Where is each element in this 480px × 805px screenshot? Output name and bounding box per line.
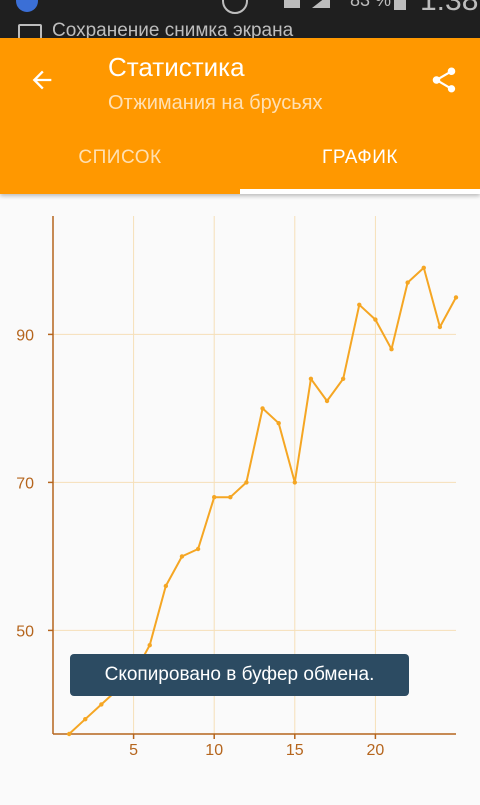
data-point bbox=[292, 480, 297, 485]
line-chart: 5 10 15 20 50 70 90 bbox=[0, 194, 480, 800]
data-point bbox=[389, 347, 394, 352]
toast-message: Скопировано в буфер обмена. bbox=[70, 654, 409, 696]
share-button[interactable] bbox=[418, 52, 470, 108]
tab-list[interactable]: СПИСОК bbox=[0, 122, 240, 194]
data-point bbox=[99, 702, 104, 707]
data-point bbox=[421, 265, 426, 270]
app-icon bbox=[16, 0, 38, 12]
data-point bbox=[195, 546, 201, 552]
data-point bbox=[308, 376, 314, 381]
back-button[interactable] bbox=[14, 52, 70, 108]
data-point bbox=[260, 406, 265, 411]
y-tick-label: 90 bbox=[16, 327, 34, 344]
data-point bbox=[228, 495, 233, 500]
chart-svg: 5 10 15 20 50 70 90 bbox=[16, 216, 459, 759]
data-point bbox=[179, 554, 185, 559]
x-tick-label: 20 bbox=[367, 742, 385, 759]
data-point bbox=[405, 280, 410, 285]
page-subtitle: Отжимания на брусьях bbox=[108, 92, 323, 114]
signal-icon bbox=[312, 0, 330, 8]
battery-icon bbox=[394, 0, 406, 10]
page-title: Статистика bbox=[108, 52, 245, 82]
data-point bbox=[324, 398, 330, 404]
y-tick-label: 50 bbox=[16, 623, 34, 640]
data-point bbox=[276, 421, 281, 426]
app-bar: Статистика Отжимания на брусьях СПИСОК Г… bbox=[0, 38, 480, 194]
status-notification-text: Сохранение снимка экрана bbox=[52, 20, 294, 38]
data-point bbox=[244, 480, 249, 485]
data-point bbox=[212, 495, 217, 500]
y-tick-label: 70 bbox=[16, 475, 34, 492]
data-point bbox=[163, 583, 169, 589]
data-point bbox=[66, 731, 72, 737]
share-icon bbox=[432, 67, 456, 93]
battery-percent: 83 % bbox=[350, 0, 392, 10]
tab-graph[interactable]: ГРАФИК bbox=[240, 122, 480, 194]
status-bar: Сохранение снимка экрана 83 % 1:38 bbox=[0, 0, 480, 38]
notification-box-icon bbox=[284, 0, 300, 8]
status-time: 1:38 bbox=[420, 0, 479, 17]
x-tick-label: 5 bbox=[129, 742, 138, 759]
alarm-icon bbox=[222, 0, 248, 14]
data-point bbox=[147, 643, 152, 648]
data-point bbox=[83, 717, 88, 722]
x-tick-label: 15 bbox=[286, 742, 304, 759]
data-point bbox=[357, 302, 362, 307]
data-point bbox=[340, 376, 346, 381]
data-point bbox=[453, 295, 459, 300]
data-point bbox=[373, 317, 378, 322]
screenshot-icon bbox=[18, 24, 42, 38]
data-point bbox=[437, 324, 443, 330]
x-tick-label: 10 bbox=[205, 742, 223, 759]
arrow-back-icon bbox=[32, 70, 52, 90]
